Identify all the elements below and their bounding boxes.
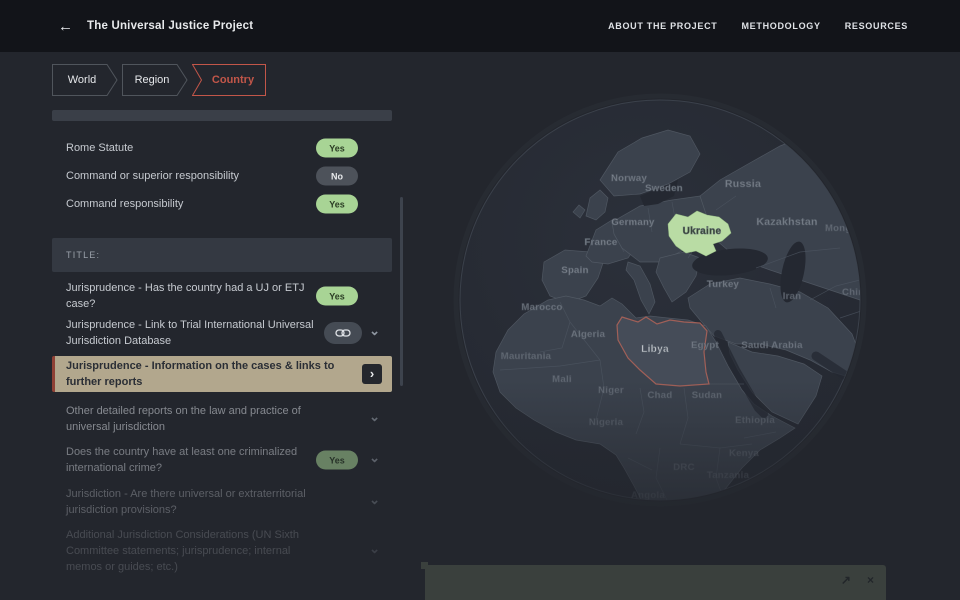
list-item-label: Additional Jurisdiction Considerations (… xyxy=(66,527,308,575)
tab-world-label: World xyxy=(52,64,118,96)
scrolled-section-bar[interactable] xyxy=(52,110,392,121)
status-badge: Yes xyxy=(316,287,358,306)
header-left: ← The Universal Justice Project xyxy=(0,19,253,34)
status-badge: No xyxy=(316,167,358,186)
list-item-label: Jurisdiction - Are there universal or ex… xyxy=(66,486,322,518)
nav-link-methodology[interactable]: METHODOLOGY xyxy=(741,21,820,31)
nav-link-about[interactable]: ABOUT THE PROJECT xyxy=(608,21,717,31)
chevron-down-icon[interactable]: ⌄ xyxy=(369,323,380,339)
chevron-down-icon[interactable]: ⌄ xyxy=(369,450,380,466)
status-badge: Yes xyxy=(316,195,358,214)
app-header: ← The Universal Justice Project ABOUT TH… xyxy=(0,0,960,52)
chevron-down-icon[interactable]: ⌄ xyxy=(369,492,380,508)
list-item-uj-etj-case[interactable]: Jurisprudence - Has the country had a UJ… xyxy=(52,280,392,312)
link-button[interactable] xyxy=(324,322,362,344)
list-item-label: Jurisprudence - Information on the cases… xyxy=(66,358,336,390)
overlay-controls: ↗ × xyxy=(841,574,874,586)
list-item-additional-considerations[interactable]: Additional Jurisdiction Considerations (… xyxy=(52,527,392,575)
list-item-label: Jurisprudence - Has the country had a UJ… xyxy=(66,280,322,312)
close-icon[interactable]: × xyxy=(867,574,874,586)
list-item-label: Other detailed reports on the law and pr… xyxy=(66,403,322,435)
breadcrumb: World Region Country xyxy=(52,64,266,96)
link-icon xyxy=(335,328,351,338)
list-item-cases-info-selected[interactable]: Jurisprudence - Information on the cases… xyxy=(52,356,392,392)
list-item-label: Command responsibility xyxy=(66,196,183,212)
nav-link-resources[interactable]: RESOURCES xyxy=(845,21,908,31)
section-title: TITLE: xyxy=(52,238,392,272)
chevron-down-icon[interactable]: ⌄ xyxy=(369,409,380,425)
list-item-label: Jurisprudence - Link to Trial Internatio… xyxy=(66,317,322,349)
list-item-command-responsibility[interactable]: Command responsibility Yes xyxy=(52,190,392,218)
status-badge: Yes xyxy=(316,139,358,158)
list-item-label: Rome Statute xyxy=(66,140,133,156)
app-root: ← The Universal Justice Project ABOUT TH… xyxy=(0,0,960,600)
list-item-command-superior[interactable]: Command or superior responsibility No xyxy=(52,162,392,190)
globe-map[interactable]: Norway Sweden Russia Germany Kazakhstan … xyxy=(420,52,960,600)
status-badge: Yes xyxy=(316,451,358,470)
list-item-jurisdiction-provisions[interactable]: Jurisdiction - Are there universal or ex… xyxy=(52,485,392,519)
tab-country-label: Country xyxy=(192,64,266,96)
bottom-overlay-panel[interactable]: ↗ × xyxy=(425,565,886,600)
chevron-right-button[interactable]: › xyxy=(362,364,382,384)
expand-icon[interactable]: ↗ xyxy=(841,574,851,586)
list-item-criminalized-crime[interactable]: Does the country have at least one crimi… xyxy=(52,443,392,477)
back-icon[interactable]: ← xyxy=(58,19,73,34)
chevron-down-icon[interactable]: ⌄ xyxy=(369,541,380,557)
tab-region-label: Region xyxy=(122,64,188,96)
list-item-trial-international-link[interactable]: Jurisprudence - Link to Trial Internatio… xyxy=(52,316,392,350)
list-item-label: Command or superior responsibility xyxy=(66,168,239,184)
tab-region[interactable]: Region xyxy=(122,64,188,96)
tab-world[interactable]: World xyxy=(52,64,118,96)
list-item-other-reports[interactable]: Other detailed reports on the law and pr… xyxy=(52,402,392,436)
list-item-rome-statute[interactable]: Rome Statute Yes xyxy=(52,134,392,162)
panel-scrollbar-thumb[interactable] xyxy=(400,197,403,386)
app-title: The Universal Justice Project xyxy=(87,20,253,32)
globe-bottom-fade xyxy=(420,52,960,600)
attributes-panel: Rome Statute Yes Command or superior res… xyxy=(52,110,392,575)
tab-country[interactable]: Country xyxy=(192,64,266,96)
header-nav: ABOUT THE PROJECT METHODOLOGY RESOURCES xyxy=(608,21,960,31)
list-item-label: Does the country have at least one crimi… xyxy=(66,444,322,476)
